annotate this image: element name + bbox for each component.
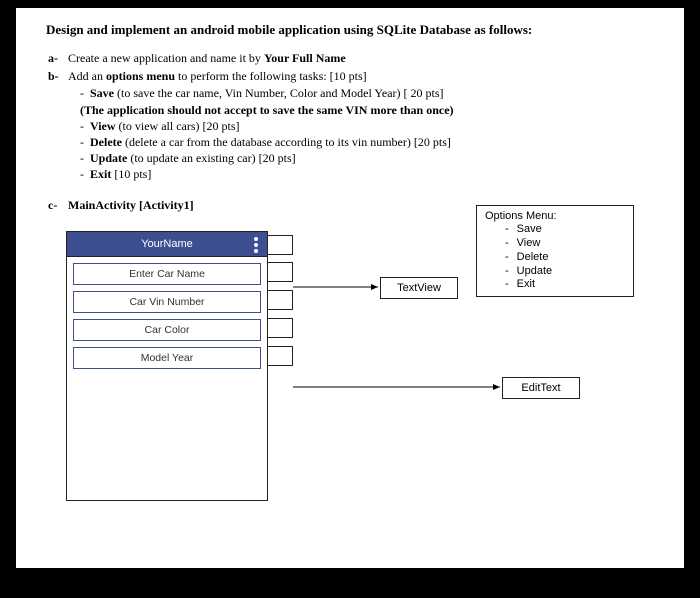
opt-delete: Delete xyxy=(505,251,625,265)
opt-view: View xyxy=(505,237,625,251)
stub-field1 xyxy=(267,262,293,282)
field-vin[interactable]: Car Vin Number xyxy=(73,291,261,313)
options-title: Options Menu: xyxy=(485,210,625,224)
overflow-menu-icon[interactable] xyxy=(251,235,261,255)
diagram: YourName Enter Car Name Car Vin Number C… xyxy=(46,227,654,527)
phone-header: YourName xyxy=(67,232,267,257)
field-color[interactable]: Car Color xyxy=(73,319,261,341)
stub-header xyxy=(267,235,293,255)
stub-field3 xyxy=(267,318,293,338)
opt-save: Save xyxy=(505,223,625,237)
stub-field4 xyxy=(267,346,293,366)
stub-field2 xyxy=(267,290,293,310)
options-menu-box: Options Menu: Save View Delete Update Ex… xyxy=(476,205,634,297)
opt-update: Update xyxy=(505,265,625,279)
field-model-year[interactable]: Model Year xyxy=(73,347,261,369)
instructions-list: a- Create a new application and name it … xyxy=(46,50,654,183)
item-b-sublist: Save (to save the car name, Vin Number, … xyxy=(68,85,654,182)
page: Design and implement an android mobile a… xyxy=(16,8,684,568)
sub-exit: Exit [10 pts] xyxy=(80,166,654,182)
item-b: b- Add an options menu to perform the fo… xyxy=(68,68,654,182)
page-title: Design and implement an android mobile a… xyxy=(46,22,654,38)
sub-delete: Delete (delete a car from the database a… xyxy=(80,134,654,150)
sub-note: (The application should not accept to sa… xyxy=(70,102,654,118)
field-car-name[interactable]: Enter Car Name xyxy=(73,263,261,285)
opt-exit: Exit xyxy=(505,278,625,292)
textview-label-box: TextView xyxy=(380,277,458,299)
sub-save: Save (to save the car name, Vin Number, … xyxy=(80,85,654,101)
phone-mockup: YourName Enter Car Name Car Vin Number C… xyxy=(66,231,268,501)
item-a: a- Create a new application and name it … xyxy=(68,50,654,66)
edittext-label-box: EditText xyxy=(502,377,580,399)
sub-update: Update (to update an existing car) [20 p… xyxy=(80,150,654,166)
sub-view: View (to view all cars) [20 pts] xyxy=(80,118,654,134)
app-title: YourName xyxy=(141,238,193,250)
